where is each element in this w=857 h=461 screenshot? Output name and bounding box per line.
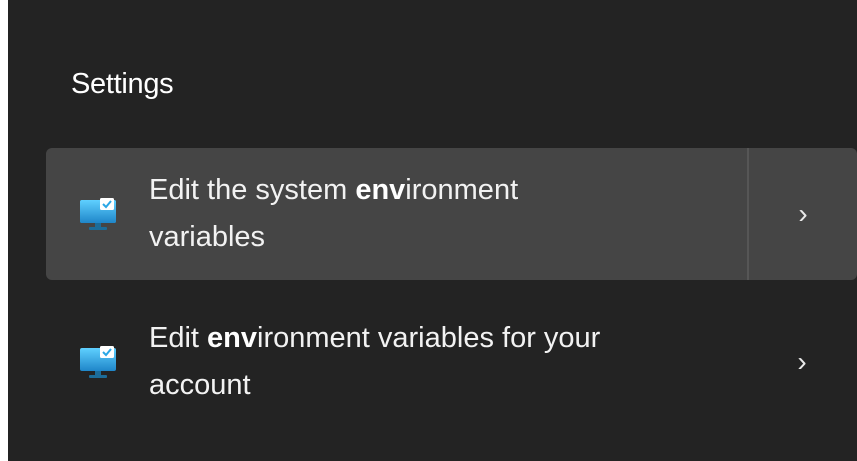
computer-settings-icon	[78, 342, 118, 382]
computer-settings-icon	[78, 194, 118, 234]
result-main-area[interactable]: Edit environment variables for your acco…	[46, 296, 747, 428]
result-item-system-env-vars[interactable]: Edit the system environment variables ›	[46, 148, 857, 280]
result-item-account-env-vars[interactable]: Edit environment variables for your acco…	[46, 296, 857, 428]
section-title: Settings	[71, 68, 174, 100]
open-actions-button[interactable]: ›	[747, 296, 857, 428]
result-label: Edit environment variables for your acco…	[149, 322, 601, 401]
search-results-panel: Settings Edit the system environment var…	[8, 0, 857, 461]
chevron-right-icon: ›	[798, 198, 808, 229]
chevron-right-icon: ›	[797, 346, 807, 377]
result-label: Edit the system environment variables	[149, 174, 519, 253]
result-main-area[interactable]: Edit the system environment variables	[46, 148, 747, 280]
open-actions-button[interactable]: ›	[749, 148, 857, 280]
